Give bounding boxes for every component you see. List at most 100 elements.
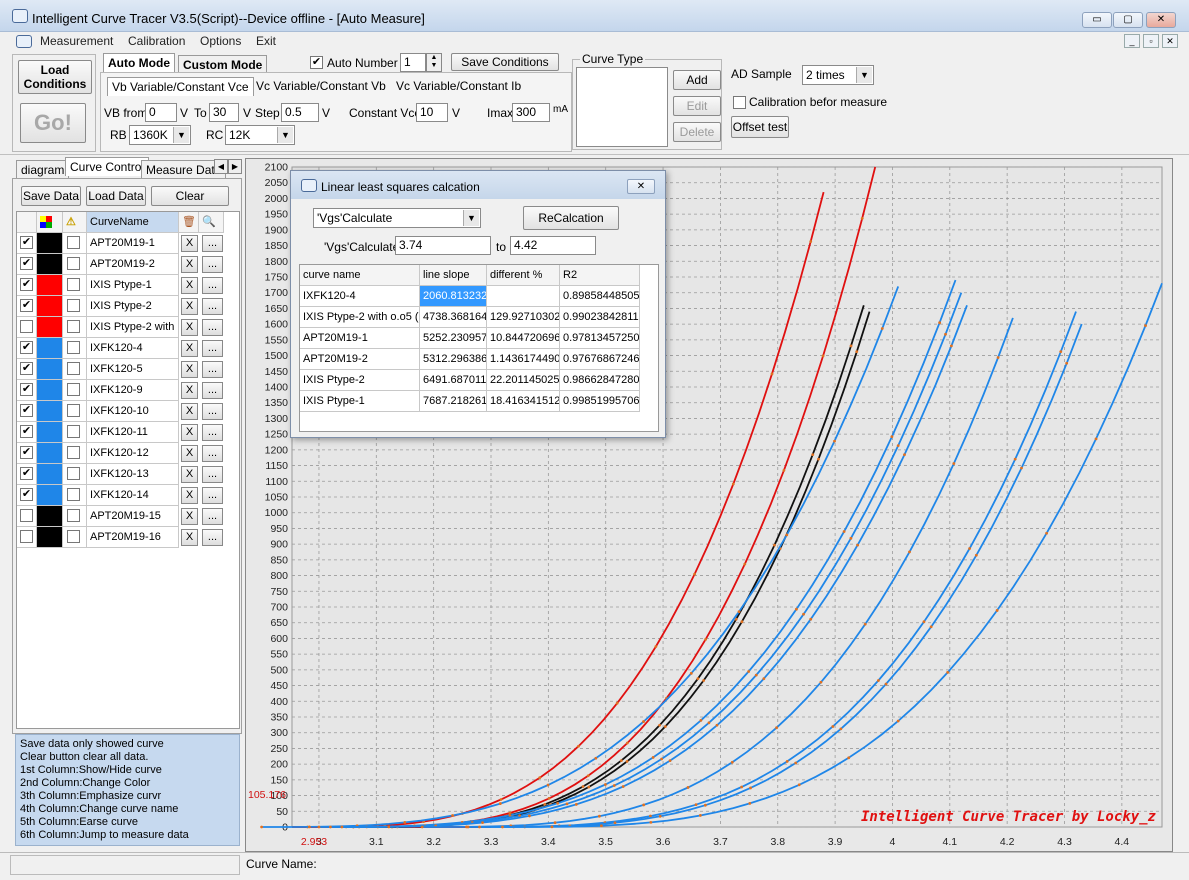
show-curve-checkbox[interactable]: ✔ xyxy=(20,446,33,459)
erase-curve-button[interactable]: X xyxy=(181,256,198,273)
curve-row[interactable]: APT20M19-15 X... xyxy=(17,506,224,527)
curve-name-cell[interactable]: IXFK120-12 xyxy=(87,443,179,464)
results-cell[interactable] xyxy=(487,286,560,307)
curve-name-cell[interactable]: IXIS Ptype-2 with xyxy=(87,317,179,338)
color-swatch[interactable] xyxy=(37,275,63,296)
erase-curve-button[interactable]: X xyxy=(181,487,198,504)
curve-row[interactable]: ✔ IXFK120-12 X... xyxy=(17,443,224,464)
results-cell[interactable]: IXFK120-4 xyxy=(300,286,420,307)
emphasize-checkbox[interactable] xyxy=(67,236,80,249)
results-cell[interactable]: 129.92710302 xyxy=(487,307,560,328)
calc-mode-select[interactable]: 'Vgs'Calculate ▼ xyxy=(313,208,481,228)
vb-to-input[interactable]: 30 xyxy=(209,103,239,122)
header-curve-name[interactable]: CurveName xyxy=(87,212,179,233)
vb-from-input[interactable]: 0 xyxy=(145,103,177,122)
results-cell[interactable]: 4738.368164 xyxy=(420,307,487,328)
erase-curve-button[interactable]: X xyxy=(181,424,198,441)
calibration-checkbox[interactable] xyxy=(733,96,746,109)
emphasize-checkbox[interactable] xyxy=(67,425,80,438)
curve-row[interactable]: ✔ IXFK120-9 X... xyxy=(17,380,224,401)
erase-curve-button[interactable]: X xyxy=(181,508,198,525)
results-cell[interactable]: 5312.296386 xyxy=(420,349,487,370)
curve-name-cell[interactable]: IXFK120-9 xyxy=(87,380,179,401)
jump-to-data-button[interactable]: ... xyxy=(202,319,223,336)
jump-to-data-button[interactable]: ... xyxy=(202,298,223,315)
curve-name-cell[interactable]: APT20M19-1 xyxy=(87,233,179,254)
curve-name-cell[interactable]: IXFK120-5 xyxy=(87,359,179,380)
color-swatch[interactable] xyxy=(37,527,63,548)
results-cell[interactable]: APT20M19-2 xyxy=(300,349,420,370)
curve-name-cell[interactable]: IXFK120-10 xyxy=(87,401,179,422)
results-cell[interactable]: IXIS Ptype-2 with o.o5 ( xyxy=(300,307,420,328)
jump-to-data-button[interactable]: ... xyxy=(202,445,223,462)
curve-row[interactable]: APT20M19-16 X... xyxy=(17,527,224,548)
curve-type-list[interactable] xyxy=(576,67,668,147)
delete-curve-type-button[interactable]: Delete xyxy=(673,122,721,142)
curve-row[interactable]: ✔ IXFK120-13 X... xyxy=(17,464,224,485)
results-cell[interactable]: 0.89858448505 xyxy=(560,286,640,307)
curve-name-cell[interactable]: IXFK120-11 xyxy=(87,422,179,443)
curve-name-cell[interactable]: APT20M19-2 xyxy=(87,254,179,275)
emphasize-checkbox[interactable] xyxy=(67,404,80,417)
emphasize-checkbox[interactable] xyxy=(67,467,80,480)
range-to-input[interactable]: 4.42 xyxy=(510,236,596,255)
curve-name-cell[interactable]: APT20M19-16 xyxy=(87,527,179,548)
show-curve-checkbox[interactable]: ✔ xyxy=(20,362,33,375)
results-cell[interactable]: 0.97676867246 xyxy=(560,349,640,370)
show-curve-checkbox[interactable]: ✔ xyxy=(20,299,33,312)
curve-row[interactable]: ✔ IXFK120-14 X... xyxy=(17,485,224,506)
show-curve-checkbox[interactable]: ✔ xyxy=(20,404,33,417)
tab-vc-variable-ib[interactable]: Vc Variable/Constant Ib xyxy=(396,79,521,93)
emphasize-checkbox[interactable] xyxy=(67,257,80,270)
jump-to-data-button[interactable]: ... xyxy=(202,235,223,252)
results-cell[interactable]: 0.97813457250 xyxy=(560,328,640,349)
mdi-restore-button[interactable]: ▫ xyxy=(1143,34,1159,48)
tab-vc-variable-vb[interactable]: Vc Variable/Constant Vb xyxy=(256,79,386,93)
curve-row[interactable]: ✔ IXIS Ptype-2 X... xyxy=(17,296,224,317)
curve-row[interactable]: ✔ IXFK120-4 X... xyxy=(17,338,224,359)
constant-vce-input[interactable]: 10 xyxy=(416,103,448,122)
color-swatch[interactable] xyxy=(37,254,63,275)
color-swatch[interactable] xyxy=(37,380,63,401)
jump-to-data-button[interactable]: ... xyxy=(202,277,223,294)
erase-curve-button[interactable]: X xyxy=(181,361,198,378)
results-cell[interactable]: APT20M19-1 xyxy=(300,328,420,349)
show-curve-checkbox[interactable]: ✔ xyxy=(20,383,33,396)
tab-scroll-right-icon[interactable]: ▶ xyxy=(228,159,242,174)
jump-to-data-button[interactable]: ... xyxy=(202,403,223,420)
show-curve-checkbox[interactable] xyxy=(20,320,33,333)
jump-to-data-button[interactable]: ... xyxy=(202,361,223,378)
results-cell[interactable]: IXIS Ptype-2 xyxy=(300,370,420,391)
add-curve-type-button[interactable]: Add xyxy=(673,70,721,90)
erase-curve-button[interactable]: X xyxy=(181,277,198,294)
erase-curve-button[interactable]: X xyxy=(181,382,198,399)
results-cell[interactable]: 0.98662847280 xyxy=(560,370,640,391)
emphasize-checkbox[interactable] xyxy=(67,509,80,522)
curve-row[interactable]: ✔ APT20M19-1 X... xyxy=(17,233,224,254)
results-cell[interactable]: 0.99851995706 xyxy=(560,391,640,412)
jump-to-data-button[interactable]: ... xyxy=(202,529,223,546)
erase-curve-button[interactable]: X xyxy=(181,235,198,252)
color-swatch[interactable] xyxy=(37,443,63,464)
load-conditions-button[interactable]: Load Conditions xyxy=(18,60,92,94)
imax-input[interactable]: 300 xyxy=(512,103,550,122)
show-curve-checkbox[interactable] xyxy=(20,530,33,543)
close-button[interactable]: ✕ xyxy=(1146,12,1176,28)
curve-row[interactable]: ✔ IXFK120-5 X... xyxy=(17,359,224,380)
erase-curve-button[interactable]: X xyxy=(181,466,198,483)
curve-row[interactable]: ✔ IXFK120-11 X... xyxy=(17,422,224,443)
color-swatch[interactable] xyxy=(37,233,63,254)
jump-to-data-button[interactable]: ... xyxy=(202,424,223,441)
step-input[interactable]: 0.5 xyxy=(281,103,319,122)
menu-calibration[interactable]: Calibration xyxy=(128,34,185,48)
color-swatch[interactable] xyxy=(37,422,63,443)
auto-number-input[interactable]: 1 xyxy=(400,53,426,72)
show-curve-checkbox[interactable]: ✔ xyxy=(20,236,33,249)
erase-curve-button[interactable]: X xyxy=(181,529,198,546)
rb-select[interactable]: 1360K ▼ xyxy=(129,125,191,145)
emphasize-checkbox[interactable] xyxy=(67,446,80,459)
offset-test-button[interactable]: Offset test xyxy=(731,116,789,138)
jump-to-data-button[interactable]: ... xyxy=(202,340,223,357)
curve-name-cell[interactable]: IXFK120-4 xyxy=(87,338,179,359)
range-from-input[interactable]: 3.74 xyxy=(395,236,491,255)
